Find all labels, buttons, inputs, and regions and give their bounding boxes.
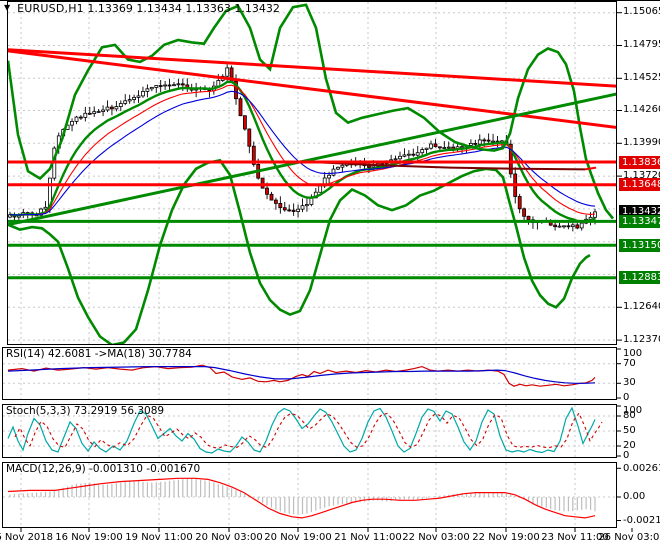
macd-tick-label: 0.00 bbox=[623, 491, 646, 502]
time-axis-label: 19 Nov 11:00 bbox=[125, 532, 193, 543]
time-axis-label: 22 Nov 03:00 bbox=[402, 532, 470, 543]
time-axis-label: 21 Nov 11:00 bbox=[334, 532, 402, 543]
price-tick-label: 1.12640 bbox=[623, 300, 660, 312]
macd-tick-label: 0.002612 bbox=[623, 463, 660, 474]
time-axis-label: 22 Nov 19:00 bbox=[472, 532, 540, 543]
trading-chart-window: ▼ EURUSD,H1 1.13369 1.13434 1.13363 1.134… bbox=[0, 0, 660, 550]
time-axis-label: 16 Nov 2018 bbox=[0, 532, 54, 543]
rsi-indicator-label: RSI(14) 42.6081 ->MA(18) 30.7784 bbox=[6, 348, 192, 360]
time-axis-label: 20 Nov 19:00 bbox=[264, 532, 332, 543]
time-axis-label: 16 Nov 19:00 bbox=[55, 532, 123, 543]
stoch-tick-label: 0 bbox=[623, 450, 630, 461]
time-axis-label: 20 Nov 03:00 bbox=[195, 532, 263, 543]
chart-title: ▼ EURUSD,H1 1.13369 1.13434 1.13363 1.134… bbox=[4, 2, 280, 15]
price-badge-green: 1.13150 bbox=[619, 238, 660, 252]
chart-ohlc-values: 1.13369 1.13434 1.13363 1.13432 bbox=[87, 2, 280, 15]
stoch-tick-label: 50 bbox=[623, 425, 636, 436]
stoch-indicator-label: Stoch(5,3,3) 73.2919 56.3089 bbox=[6, 405, 165, 417]
chart-symbol-period: EURUSD,H1 bbox=[17, 2, 84, 15]
rsi-tick-label: 30 bbox=[623, 377, 636, 389]
price-tick-label: 1.12370 bbox=[623, 333, 660, 345]
price-tick-label: 1.14795 bbox=[623, 38, 660, 50]
price-badge-green: 1.13347 bbox=[619, 214, 660, 228]
price-tick-label: 1.13990 bbox=[623, 136, 660, 148]
rsi-tick-label: 0 bbox=[623, 392, 630, 403]
price-badge-red: 1.13836 bbox=[619, 155, 660, 169]
macd-indicator-label: MACD(12,26,9) -0.001310 -0.001670 bbox=[6, 463, 201, 475]
price-tick-label: 1.14260 bbox=[623, 103, 660, 115]
price-badge-red: 1.13648 bbox=[619, 178, 660, 192]
time-axis-label: 26 Nov 03:00 bbox=[598, 532, 660, 543]
price-badge-green: 1.12883 bbox=[619, 271, 660, 285]
stoch-tick-label: 80 bbox=[623, 410, 636, 421]
symbol-dropdown-icon[interactable]: ▼ bbox=[4, 3, 10, 12]
rsi-tick-label: 70 bbox=[623, 357, 636, 369]
macd-tick-label: -0.002138 bbox=[623, 514, 660, 526]
main-chart-panel[interactable] bbox=[7, 1, 617, 345]
price-tick-label: 1.15065 bbox=[623, 6, 660, 18]
price-tick-label: 1.14525 bbox=[623, 71, 660, 83]
